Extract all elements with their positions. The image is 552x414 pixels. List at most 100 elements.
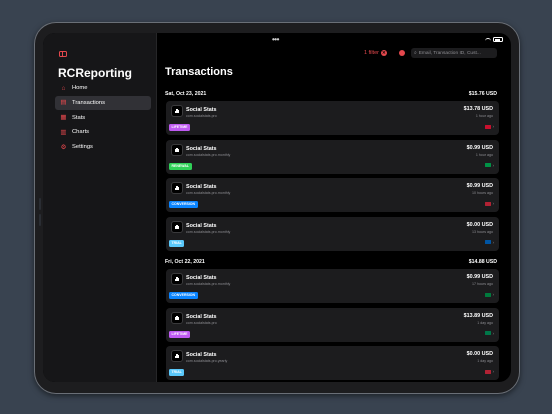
country-flag-icon	[484, 124, 491, 129]
app-icon	[171, 350, 183, 362]
product-id: com.socialstats.pro.monthly	[186, 152, 231, 157]
country-flag-icon	[484, 292, 491, 297]
stats-icon: ▦	[60, 114, 67, 122]
transaction-row[interactable]: Social Stats com.socialstats.pro LIFETIME $…	[166, 101, 499, 135]
search-field[interactable]: ⌕ Email, Transaction ID, Cust...	[411, 48, 497, 58]
sidebar-item-label: Transactions	[72, 99, 105, 106]
product-id: com.socialstats.pro.monthly	[186, 191, 231, 195]
sidebar-item-settings[interactable]: ⚙ Settings	[55, 140, 151, 154]
filter-button[interactable]: 1 filter ✕	[364, 50, 387, 56]
chevron-right-icon: ›	[492, 330, 495, 336]
main-content: 1 filter ✕ ⌕ Email, Transaction ID, Cust…	[158, 33, 511, 382]
sidebar-item-label: Home	[72, 85, 88, 91]
row-meta: ›	[484, 162, 495, 168]
time-ago: 10 hours ago	[472, 191, 493, 195]
chevron-right-icon: ›	[492, 292, 495, 297]
app-icon	[171, 311, 183, 324]
sidebar-item-label: Stats	[72, 114, 86, 121]
sidebar-toggle-icon[interactable]	[59, 51, 67, 57]
price: $0.99 USD	[466, 183, 493, 189]
time-ago: 1 hour ago	[475, 152, 493, 157]
country-flag-icon	[484, 201, 491, 206]
country-flag-icon	[484, 369, 491, 374]
price: $0.00 USD	[466, 221, 493, 228]
app-icon	[171, 273, 183, 285]
product-id: com.socialstats.pro	[186, 114, 217, 118]
type-badge: LIFETIME	[169, 330, 190, 338]
sidebar-item-label: Charts	[72, 129, 90, 136]
app-name: Social Stats	[186, 275, 217, 281]
app-name: Social Stats	[186, 145, 217, 152]
clear-filter-icon[interactable]: ✕	[380, 50, 387, 56]
transaction-row[interactable]: Social Stats com.socialstats.pro.monthly C…	[166, 178, 499, 212]
transaction-row[interactable]: Social Stats com.socialstats.pro.monthly C…	[166, 269, 499, 303]
chevron-right-icon: ›	[492, 369, 495, 374]
home-icon: ⌂	[61, 84, 66, 92]
sidebar-item-transactions[interactable]: ▤ Transactions	[55, 95, 151, 110]
transaction-row[interactable]: Social Stats com.socialstats.pro.yearly TR…	[166, 346, 499, 380]
country-flag-icon	[484, 331, 491, 335]
product-id: com.socialstats.pro	[186, 320, 217, 325]
transaction-row[interactable]: Social Stats com.socialstats.pro.monthly R…	[166, 139, 499, 174]
section-header: Sat, Oct 23, 2021 $15.76 USD	[165, 88, 499, 100]
time-ago: 17 hours ago	[472, 282, 493, 286]
time-ago: 1 day ago	[477, 320, 493, 325]
chevron-right-icon: ›	[492, 239, 495, 245]
product-id: com.socialstats.pro.monthly	[186, 229, 231, 234]
row-meta: ›	[484, 201, 495, 206]
sidebar-item-label: Settings	[72, 144, 93, 151]
side-button	[39, 198, 41, 210]
transaction-row[interactable]: Social Stats com.socialstats.pro.monthly T…	[166, 216, 499, 251]
row-meta: ›	[484, 369, 495, 374]
row-meta: ›	[484, 292, 495, 297]
product-id: com.socialstats.pro.monthly	[186, 282, 231, 286]
add-filter-icon[interactable]	[399, 50, 405, 56]
app-icon	[171, 143, 183, 156]
app-name: Social Stats	[186, 222, 217, 229]
section-total: $15.76 USD	[468, 91, 497, 97]
search-icon: ⌕	[414, 51, 417, 56]
time-ago: 1 hour ago	[475, 114, 493, 118]
chevron-right-icon: ›	[492, 162, 495, 168]
app-name: Social Stats	[186, 352, 217, 358]
type-badge: TRIAL	[169, 369, 185, 376]
country-flag-icon	[484, 163, 491, 167]
filter-label: 1 filter	[364, 50, 379, 56]
sidebar-nav: ⌂ Home ▤ Transactions ▦ Stats ▥ Charts ⚙ Settings	[55, 81, 151, 155]
type-badge: RENEWAL	[169, 162, 192, 170]
section-date: Fri, Oct 22, 2021	[165, 259, 205, 265]
app-name: Social Stats	[186, 184, 217, 190]
screen: 9:41 Sat Oct 23 ••• RCReporting ⌂Home▤Tr…	[43, 33, 511, 382]
app-name: Social Stats	[186, 107, 217, 113]
time-ago: 1 day ago	[477, 359, 493, 363]
search-placeholder: Email, Transaction ID, Cust...	[418, 50, 481, 56]
chevron-right-icon: ›	[492, 124, 495, 129]
price: $0.99 USD	[466, 144, 493, 151]
section-header: Fri, Oct 22, 2021 $14.88 USD	[165, 256, 499, 268]
sidebar-item-home[interactable]: ⌂ Home	[55, 81, 151, 95]
price: $0.99 USD	[466, 274, 493, 280]
country-flag-icon	[484, 240, 491, 244]
price: $13.78 USD	[463, 106, 493, 112]
settings-icon: ⚙	[60, 143, 67, 151]
transactions-icon: ▤	[60, 99, 67, 107]
app-name: RCReporting	[58, 66, 132, 80]
chevron-right-icon: ›	[492, 201, 495, 206]
row-meta: ›	[484, 330, 495, 336]
row-meta: ›	[484, 239, 495, 245]
price: $0.00 USD	[466, 351, 493, 357]
type-badge: CONVERSION	[169, 292, 198, 299]
sidebar-item-charts[interactable]: ▥ Charts	[55, 125, 151, 139]
time-ago: 13 hours ago	[472, 229, 493, 234]
transaction-row[interactable]: Social Stats com.socialstats.pro LIFETIME $…	[166, 307, 499, 342]
type-badge: CONVERSION	[169, 201, 198, 208]
price: $13.89 USD	[463, 312, 493, 319]
app-icon	[171, 220, 183, 233]
section-date: Sat, Oct 23, 2021	[165, 91, 207, 97]
type-badge: TRIAL	[169, 239, 185, 247]
sidebar-item-stats[interactable]: ▦ Stats	[55, 111, 151, 125]
charts-icon: ▥	[60, 128, 67, 136]
side-button	[39, 214, 41, 226]
app-name: Social Stats	[186, 313, 217, 320]
section-total: $14.88 USD	[468, 259, 497, 265]
